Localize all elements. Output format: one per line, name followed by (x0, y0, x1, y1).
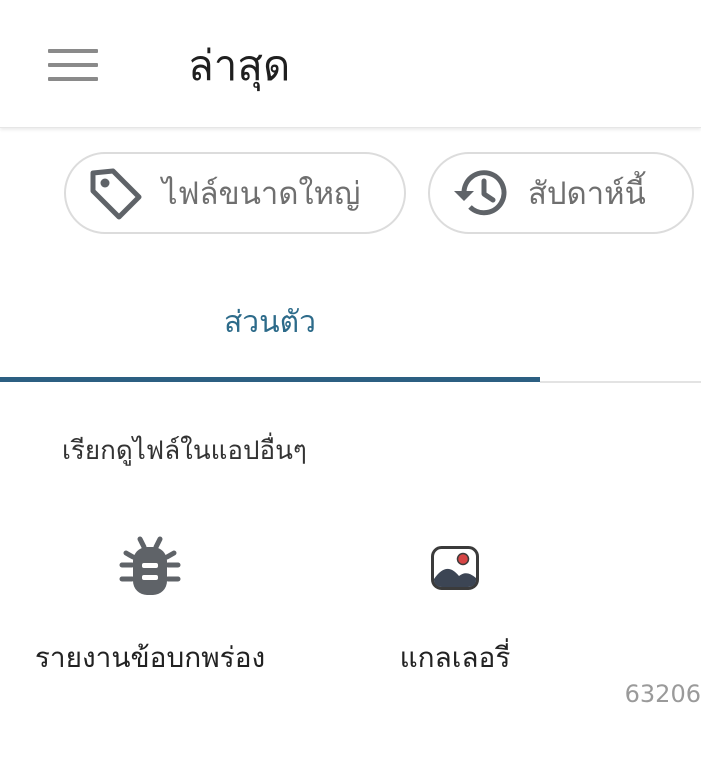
tab-indicator (0, 377, 540, 382)
history-icon (448, 160, 514, 226)
tab-divider (540, 381, 701, 383)
build-number: 63206 (624, 680, 701, 708)
files-app: ล่าสุด ไฟล์ขนาดใหญ่ สัปดาห์นี้ ส่วนตัว เ… (0, 0, 701, 784)
tab-label: ส่วนตัว (224, 304, 316, 340)
gallery-icon (415, 530, 495, 606)
hamburger-menu-icon (48, 49, 98, 81)
chip-this-week[interactable]: สัปดาห์นี้ (428, 152, 694, 234)
section-header: เรียกดูไฟล์ในแอปอื่นๆ (62, 436, 307, 466)
app-label: แกลเลอรี่ (399, 641, 511, 674)
app-item-bug-report[interactable]: รายงานข้อบกพร่อง (30, 530, 270, 680)
bug-icon (110, 530, 190, 606)
tab-personal[interactable]: ส่วนตัว (0, 290, 540, 354)
page-title: ล่าสุด (188, 41, 291, 90)
chip-label: ไฟล์ขนาดใหญ่ (162, 176, 361, 212)
app-item-gallery[interactable]: แกลเลอรี่ (355, 530, 555, 680)
chip-large-files[interactable]: ไฟล์ขนาดใหญ่ (64, 152, 406, 234)
menu-button[interactable] (40, 40, 106, 90)
app-label: รายงานข้อบกพร่อง (34, 641, 266, 674)
top-app-bar: ล่าสุด (0, 0, 701, 128)
tag-icon (82, 160, 148, 226)
chip-label: สัปดาห์นี้ (528, 176, 646, 212)
